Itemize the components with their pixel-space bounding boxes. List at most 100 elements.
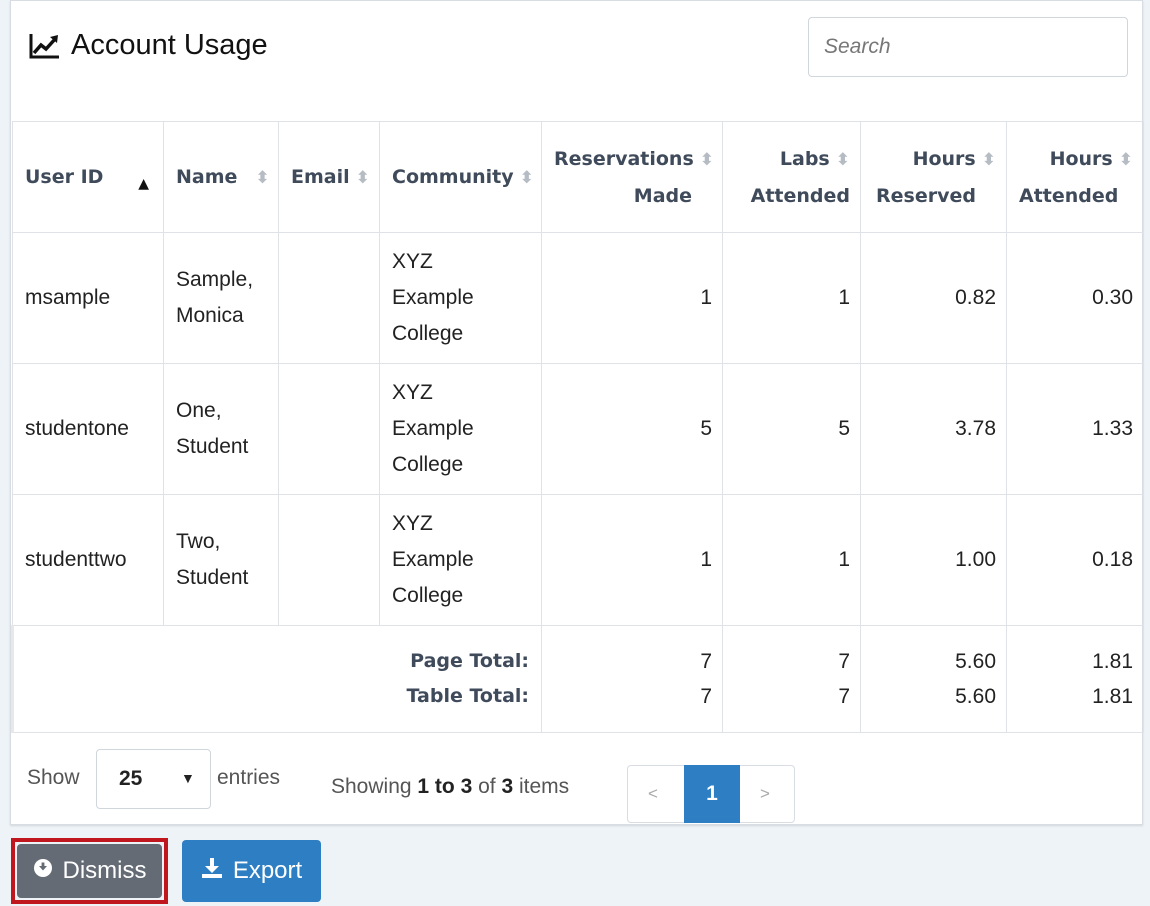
export-button[interactable]: Export [182, 840, 321, 902]
entries-label: entries [217, 766, 281, 789]
name-line: Student [176, 566, 249, 589]
sort-icon: ⬍ [981, 149, 996, 170]
column-label-line-2: Reserved [876, 184, 976, 207]
cell-name: Sample, Monica [163, 232, 279, 364]
cell-labs: 1 [722, 232, 861, 364]
column-label: Community [392, 165, 514, 188]
info-total: 3 [501, 775, 514, 798]
sort-icon: ⬍ [699, 149, 715, 170]
export-label: Export [232, 857, 303, 884]
column-header-name[interactable]: Name ⬍ [163, 121, 279, 233]
totals-labels: Page Total: Table Total: [11, 625, 542, 733]
cell-community: XYZ Example College [379, 494, 542, 626]
column-header-community[interactable]: Community ⬍ [379, 121, 542, 233]
cell-labs: 1 [722, 494, 861, 626]
cell-email [278, 363, 380, 495]
table-total-value: 7 [838, 685, 850, 708]
show-label: Show [27, 766, 80, 789]
column-label: User ID [25, 166, 104, 188]
sort-ascending-icon: ▲ [138, 176, 149, 192]
name-line: One, [176, 399, 222, 422]
cell-email [278, 232, 380, 364]
name-line: Two, [176, 530, 221, 553]
page-total-value: 5.60 [955, 650, 996, 673]
table-footer: Show 25 ▼ entries Showing 1 to 3 of 3 it… [11, 739, 1142, 825]
cell-community: XYZ Example College [379, 232, 542, 364]
previous-page-button[interactable]: < [648, 784, 658, 804]
pagination-info: Showing 1 to 3 of 3 items [331, 775, 569, 799]
total-labs: 7 7 [722, 625, 861, 733]
dismiss-button[interactable]: Dismiss [17, 844, 162, 898]
column-label: Hours [1049, 147, 1113, 170]
caret-down-icon: ▼ [181, 770, 195, 786]
page-total-label: Page Total: [410, 650, 529, 672]
cell-community: XYZ Example College [379, 363, 542, 495]
column-header-email[interactable]: Email ⬍ [278, 121, 380, 233]
sort-icon: ⬍ [519, 167, 534, 188]
table-total-value: 5.60 [955, 685, 996, 708]
table-row: studentone One, Student XYZ Example College… [12, 363, 1144, 495]
cell-user-id: studentone [12, 363, 164, 495]
download-circle-icon [33, 857, 63, 885]
sort-icon: ⬍ [355, 167, 370, 188]
column-label: Name [176, 165, 238, 188]
community-line: Example [392, 417, 474, 440]
next-page-button[interactable]: > [760, 784, 770, 804]
cell-hours-attended: 0.18 [1006, 494, 1144, 626]
cell-name: One, Student [163, 363, 279, 495]
column-header-user-id[interactable]: User ID ▲ [12, 121, 164, 233]
info-range: 1 to 3 [417, 775, 473, 798]
page-1-button[interactable]: 1 [684, 765, 740, 823]
cell-hours-reserved: 1.00 [860, 494, 1007, 626]
cell-reservations: 5 [541, 363, 723, 495]
cell-user-id: studenttwo [12, 494, 164, 626]
cell-labs: 5 [722, 363, 861, 495]
account-usage-panel: Account Usage User ID ▲ Name ⬍ Email⬍ [10, 0, 1144, 825]
dismiss-highlight: Dismiss [11, 838, 168, 904]
info-suffix: items [519, 775, 570, 798]
download-icon [201, 857, 233, 886]
table-total-label: Table Total: [406, 685, 529, 707]
total-hours-attended: 1.81 1.81 [1006, 625, 1144, 733]
page-total-value: 7 [838, 650, 850, 673]
table-row: msample Sample, Monica XYZ Example College … [12, 232, 1144, 364]
column-label: Reservations [554, 147, 694, 170]
community-line: Example [392, 548, 474, 571]
column-header-reservations-made[interactable]: Reservations ⬍ Made [541, 121, 723, 233]
name-line: Monica [176, 304, 244, 327]
sort-icon: ⬍ [1118, 149, 1133, 170]
community-line: Example [392, 286, 474, 309]
totals-row: Page Total: Table Total: 7 7 7 7 5.60 5.… [11, 625, 1144, 733]
column-header-hours-attended[interactable]: Hours ⬍ Attended [1006, 121, 1144, 233]
community-line: XYZ [392, 381, 433, 404]
name-line: Student [176, 435, 249, 458]
pagination: < 1 > [627, 765, 795, 823]
entries-per-page-select[interactable]: 25 ▼ [96, 749, 211, 809]
column-label: Labs [779, 147, 830, 170]
name-line: Sample, [176, 268, 254, 291]
dismiss-label: Dismiss [62, 857, 147, 884]
column-header-hours-reserved[interactable]: Hours ⬍ Reserved [860, 121, 1007, 233]
usage-table: User ID ▲ Name ⬍ Email ⬍ Community ⬍ Reserv… [11, 121, 1144, 733]
community-line: XYZ [392, 512, 433, 535]
table-total-value: 1.81 [1092, 685, 1133, 708]
cell-hours-attended: 1.33 [1006, 363, 1144, 495]
column-label-line-2: Attended [1019, 184, 1119, 207]
cell-hours-attended: 0.30 [1006, 232, 1144, 364]
search-input[interactable] [808, 17, 1128, 77]
total-hours-reserved: 5.60 5.60 [860, 625, 1007, 733]
page-total-value: 7 [700, 650, 712, 673]
info-of: of [478, 775, 496, 798]
line-chart-icon [29, 32, 61, 60]
sort-icon: ⬍ [255, 167, 270, 188]
column-header-labs-attended[interactable]: Labs ⬍ Attended [722, 121, 861, 233]
page-title: Account Usage [71, 29, 268, 61]
table-total-value: 7 [700, 685, 712, 708]
column-label-line-2: Attended [750, 184, 850, 207]
info-prefix: Showing [331, 775, 412, 798]
title-group: Account Usage [29, 29, 268, 62]
community-line: College [392, 322, 464, 345]
cell-user-id: msample [12, 232, 164, 364]
sort-icon: ⬍ [835, 149, 850, 170]
cell-hours-reserved: 0.82 [860, 232, 1007, 364]
